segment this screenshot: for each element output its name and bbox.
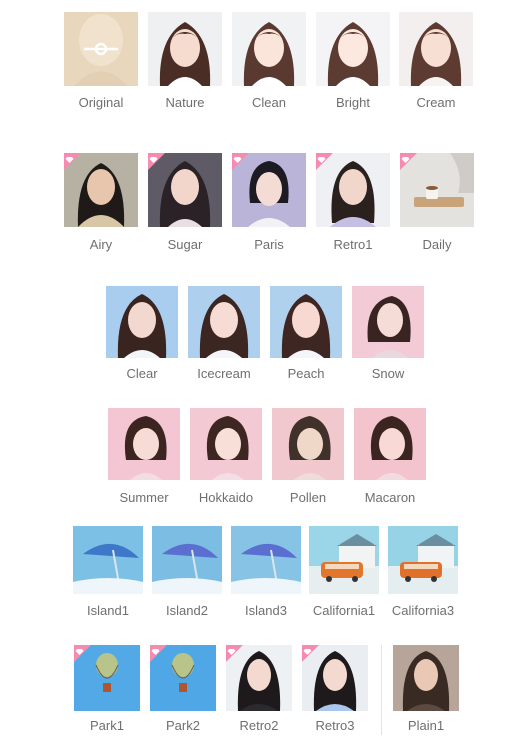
filter-label: Island3: [245, 603, 287, 618]
filter-sugar[interactable]: Sugar: [148, 153, 222, 253]
filter-label: Original: [78, 95, 124, 110]
filter-plain1[interactable]: Plain1: [393, 645, 459, 740]
filter-label: Island1: [87, 603, 129, 618]
filter-label: Retro2: [239, 718, 279, 733]
filter-label: Park1: [90, 718, 124, 733]
filter-label: Pollen: [289, 490, 327, 505]
filter-island1[interactable]: Island1: [73, 526, 143, 622]
filter-thumbnail: [152, 526, 222, 594]
filter-thumbnail: [231, 526, 301, 594]
filter-island2[interactable]: Island2: [152, 526, 222, 622]
filter-clear[interactable]: Clear: [106, 286, 178, 384]
filter-california1[interactable]: California1: [309, 526, 379, 622]
filter-label: Retro1: [333, 237, 373, 252]
group-divider: [381, 645, 382, 735]
filter-thumbnail: [188, 286, 260, 358]
filter-park2[interactable]: Park2: [150, 645, 216, 740]
filter-label: Nature: [165, 95, 205, 110]
premium-badge-icon: [150, 645, 167, 662]
filter-paris[interactable]: Paris: [232, 153, 306, 253]
filter-label: Summer: [119, 490, 169, 505]
filter-peach[interactable]: Peach: [270, 286, 342, 384]
filter-thumbnail: [393, 645, 459, 711]
filter-label: Retro3: [315, 718, 355, 733]
filter-thumbnail: [148, 12, 222, 86]
filter-thumbnail: [399, 12, 473, 86]
filter-label: Daily: [422, 237, 452, 252]
filter-bright[interactable]: Bright: [316, 12, 390, 112]
filter-retro1[interactable]: Retro1: [316, 153, 390, 253]
filter-nature[interactable]: Nature: [148, 12, 222, 112]
filter-airy[interactable]: Airy: [64, 153, 138, 253]
filter-label: Hokkaido: [198, 490, 254, 505]
filter-thumbnail: [388, 526, 458, 594]
filter-retro2[interactable]: Retro2: [226, 645, 292, 740]
filter-retro3[interactable]: Retro3: [302, 645, 368, 740]
filter-california3[interactable]: California3: [388, 526, 458, 622]
filter-label: Cream: [416, 95, 456, 110]
filter-snow[interactable]: Snow: [352, 286, 424, 384]
filter-label: Clear: [126, 366, 158, 381]
filter-label: California3: [391, 603, 455, 618]
filter-label: California1: [312, 603, 376, 618]
premium-badge-icon: [302, 645, 319, 662]
filter-label: Airy: [89, 237, 113, 252]
filter-label: Clean: [252, 95, 286, 110]
filter-thumbnail: [272, 408, 344, 480]
filter-island3[interactable]: Island3: [231, 526, 301, 622]
filter-thumbnail: [352, 286, 424, 358]
premium-badge-icon: [316, 153, 333, 170]
filter-thumbnail: [316, 12, 390, 86]
filter-daily[interactable]: Daily: [400, 153, 474, 253]
filter-label: Icecream: [197, 366, 251, 381]
filter-label: Island2: [166, 603, 208, 618]
filter-cream[interactable]: Cream: [399, 12, 473, 112]
premium-badge-icon: [74, 645, 91, 662]
filter-thumbnail: [232, 12, 306, 86]
filter-summer[interactable]: Summer: [108, 408, 180, 506]
filter-thumbnail: [108, 408, 180, 480]
filter-hokkaido[interactable]: Hokkaido: [190, 408, 262, 506]
filter-park1[interactable]: Park1: [74, 645, 140, 740]
filter-thumbnail: [190, 408, 262, 480]
filter-original[interactable]: Original: [64, 12, 138, 112]
filter-thumbnail: [354, 408, 426, 480]
filter-label: Macaron: [364, 490, 416, 505]
filter-label: Peach: [287, 366, 325, 381]
filter-label: Sugar: [167, 237, 203, 252]
filter-label: Park2: [166, 718, 200, 733]
filter-thumbnail: [73, 526, 143, 594]
filter-icecream[interactable]: Icecream: [188, 286, 260, 384]
filter-thumbnail: [270, 286, 342, 358]
filter-thumbnail: [106, 286, 178, 358]
premium-badge-icon: [148, 153, 165, 170]
filter-clean[interactable]: Clean: [232, 12, 306, 112]
filter-label: Snow: [371, 366, 405, 381]
premium-badge-icon: [232, 153, 249, 170]
filter-label: Paris: [254, 237, 284, 252]
premium-badge-icon: [400, 153, 417, 170]
filter-pollen[interactable]: Pollen: [272, 408, 344, 506]
filter-thumbnail: [309, 526, 379, 594]
filter-label: Bright: [336, 95, 370, 110]
filter-label: Plain1: [407, 718, 445, 733]
premium-badge-icon: [226, 645, 243, 662]
compare-slider-icon: [96, 44, 106, 54]
filter-macaron[interactable]: Macaron: [354, 408, 426, 506]
premium-badge-icon: [64, 153, 81, 170]
